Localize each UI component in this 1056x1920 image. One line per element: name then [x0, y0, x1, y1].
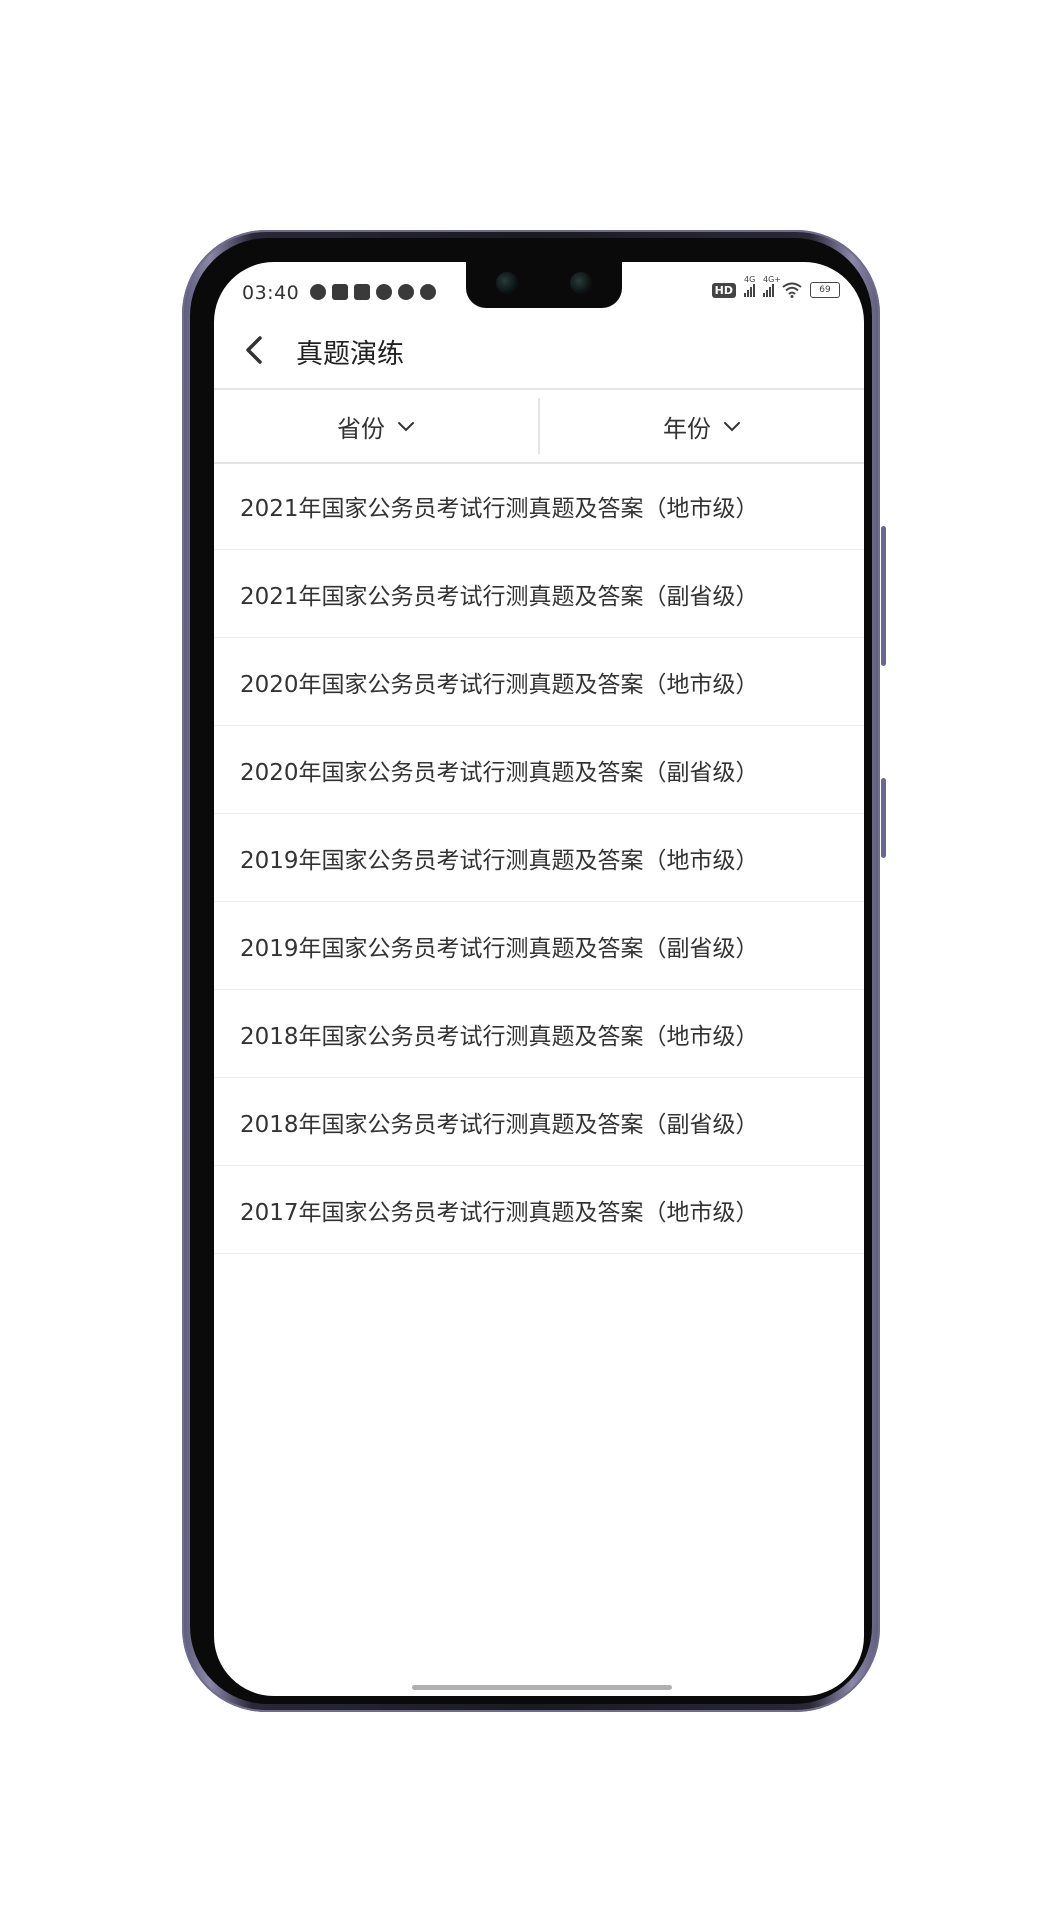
- battery-icon: 69: [810, 282, 840, 298]
- list-item[interactable]: 2021年国家公务员考试行测真题及答案（地市级）: [214, 462, 864, 550]
- compass-notification-icon: [398, 284, 414, 300]
- list-item[interactable]: 2018年国家公务员考试行测真题及答案（地市级）: [214, 990, 864, 1078]
- signal-icon: 4G: [744, 275, 755, 297]
- list-item[interactable]: 2021年国家公务员考试行测真题及答案（副省级）: [214, 550, 864, 638]
- app-notification-icon: [376, 284, 392, 300]
- phone-frame: 03:40 HD 4G 4G+ 69 真题演练 省份 年份 2021年国家公务员…: [182, 230, 886, 1712]
- power-button: [881, 778, 886, 858]
- notification-icons: [310, 284, 436, 300]
- status-time: 03:40: [242, 282, 300, 304]
- list-item[interactable]: 2018年国家公务员考试行测真题及答案（副省级）: [214, 1078, 864, 1166]
- mail-notification-icon: [332, 284, 348, 300]
- page-title: 真题演练: [296, 339, 404, 370]
- home-indicator[interactable]: [412, 1685, 672, 1690]
- app-notification-icon: [310, 284, 326, 300]
- volume-button: [881, 526, 886, 666]
- phone-bezel: 03:40 HD 4G 4G+ 69 真题演练 省份 年份 2021年国家公务员…: [190, 238, 872, 1704]
- app-header: 真题演练: [214, 312, 864, 390]
- app-notification-icon: [354, 284, 370, 300]
- signal-icon: 4G+: [763, 275, 781, 297]
- wifi-icon: [782, 282, 802, 298]
- chevron-left-icon: [246, 336, 262, 364]
- chevron-down-icon: [398, 422, 414, 432]
- chevron-down-icon: [724, 422, 740, 432]
- back-button[interactable]: [236, 330, 276, 370]
- exam-list: 2021年国家公务员考试行测真题及答案（地市级） 2021年国家公务员考试行测真…: [214, 462, 864, 1254]
- list-item[interactable]: 2017年国家公务员考试行测真题及答案（地市级）: [214, 1166, 864, 1254]
- system-icons: HD 4G 4G+ 69: [711, 275, 840, 298]
- province-filter-label: 省份: [337, 414, 385, 443]
- year-filter-label: 年份: [663, 414, 711, 443]
- hd-icon: HD: [711, 282, 736, 298]
- list-item[interactable]: 2019年国家公务员考试行测真题及答案（副省级）: [214, 902, 864, 990]
- list-item[interactable]: 2019年国家公务员考试行测真题及答案（地市级）: [214, 814, 864, 902]
- year-filter-dropdown[interactable]: 年份: [540, 390, 864, 462]
- filter-bar: 省份 年份: [214, 390, 864, 464]
- list-item[interactable]: 2020年国家公务员考试行测真题及答案（副省级）: [214, 726, 864, 814]
- province-filter-dropdown[interactable]: 省份: [214, 390, 538, 462]
- shield-notification-icon: [420, 284, 436, 300]
- list-item[interactable]: 2020年国家公务员考试行测真题及答案（地市级）: [214, 638, 864, 726]
- screen: 03:40 HD 4G 4G+ 69 真题演练 省份 年份 2021年国家公务员…: [214, 262, 864, 1696]
- status-bar: 03:40 HD 4G 4G+ 69: [214, 262, 864, 312]
